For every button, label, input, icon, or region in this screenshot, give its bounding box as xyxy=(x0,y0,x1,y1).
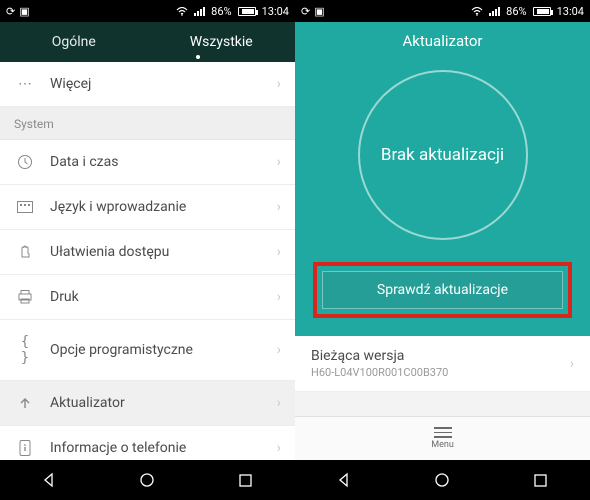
update-status-text: Brak aktualizacji xyxy=(381,145,504,165)
clock: 13:04 xyxy=(557,5,584,18)
nav-home[interactable] xyxy=(127,460,167,500)
printer-icon xyxy=(14,290,36,304)
version-label: Bieżąca wersja xyxy=(311,348,570,364)
arrow-up-icon xyxy=(14,396,36,410)
signal-icon xyxy=(194,7,205,16)
sync-icon: ⟳ xyxy=(6,5,15,18)
item-updater[interactable]: Aktualizator › xyxy=(0,381,295,426)
battery-icon xyxy=(533,7,551,16)
updater-title: Aktualizator xyxy=(402,32,482,50)
sync-icon: ⟳ xyxy=(301,5,310,18)
chevron-right-icon: › xyxy=(277,440,281,456)
android-navbar xyxy=(0,460,295,500)
more-icon: ⋯ xyxy=(14,76,36,92)
item-accessibility-label: Ułatwienia dostępu xyxy=(50,244,277,260)
version-value: H60-L04V100R001C00B370 xyxy=(311,366,570,379)
update-status-circle: Brak aktualizacji xyxy=(358,70,528,240)
clock: 13:04 xyxy=(262,5,289,18)
status-bar: ⟳ ▣ 86% 13:04 xyxy=(295,0,590,22)
chevron-right-icon: › xyxy=(277,76,281,92)
section-system: System xyxy=(0,107,295,140)
updater-screen: ⟳ ▣ 86% 13:04 Aktualizator Brak aktualiz… xyxy=(295,0,590,500)
item-about-phone-label: Informacje o telefonie xyxy=(50,440,277,456)
nav-recent[interactable] xyxy=(226,460,266,500)
chevron-right-icon: › xyxy=(277,342,281,358)
item-printing[interactable]: Druk › xyxy=(0,275,295,320)
menu-label: Menu xyxy=(431,440,454,450)
item-dev-options[interactable]: { } Opcje programistyczne › xyxy=(0,320,295,381)
battery-pct: 86% xyxy=(506,5,526,18)
battery-icon xyxy=(238,7,256,16)
nav-home[interactable] xyxy=(422,460,462,500)
screenshot-icon: ▣ xyxy=(19,5,29,18)
phone-info-icon xyxy=(14,440,36,456)
android-navbar xyxy=(295,460,590,500)
tab-general[interactable]: Ogólne xyxy=(0,24,148,60)
item-accessibility[interactable]: Ułatwienia dostępu › xyxy=(0,230,295,275)
item-more[interactable]: ⋯ Więcej › xyxy=(0,62,295,107)
tutorial-highlight: Sprawdź aktualizacje xyxy=(313,262,572,318)
settings-screen: ⟳ ▣ 86% 13:04 Ogólne Wszystkie ⋯ xyxy=(0,0,295,500)
item-updater-label: Aktualizator xyxy=(50,395,277,411)
item-dev-options-label: Opcje programistyczne xyxy=(50,342,277,358)
item-language-input[interactable]: Język i wprowadzanie › xyxy=(0,185,295,230)
clock-icon xyxy=(14,154,36,170)
nav-recent[interactable] xyxy=(521,460,561,500)
chevron-right-icon: › xyxy=(277,199,281,215)
settings-list: ⋯ Więcej › System Data i czas › Język i … xyxy=(0,62,295,460)
battery-pct: 86% xyxy=(211,5,231,18)
item-date-time[interactable]: Data i czas › xyxy=(0,140,295,185)
check-updates-button[interactable]: Sprawdź aktualizacje xyxy=(322,271,563,309)
screenshot-icon: ▣ xyxy=(314,5,324,18)
hamburger-icon xyxy=(434,427,452,437)
settings-tabs: Ogólne Wszystkie xyxy=(0,22,295,62)
chevron-right-icon: › xyxy=(277,244,281,260)
keyboard-icon xyxy=(14,201,36,213)
updater-panel: Aktualizator Brak aktualizacji Sprawdź a… xyxy=(295,22,590,336)
wifi-icon xyxy=(471,7,483,16)
nav-back[interactable] xyxy=(324,460,364,500)
chevron-right-icon: › xyxy=(570,356,574,372)
item-language-input-label: Język i wprowadzanie xyxy=(50,199,277,215)
wifi-icon xyxy=(176,7,188,16)
item-about-phone[interactable]: Informacje o telefonie › xyxy=(0,426,295,460)
hand-icon xyxy=(14,244,36,260)
empty-area xyxy=(295,392,590,416)
item-printing-label: Druk xyxy=(50,289,277,305)
item-date-time-label: Data i czas xyxy=(50,154,277,170)
nav-back[interactable] xyxy=(29,460,69,500)
braces-icon: { } xyxy=(14,334,36,366)
chevron-right-icon: › xyxy=(277,289,281,305)
signal-icon xyxy=(489,7,500,16)
status-bar: ⟳ ▣ 86% 13:04 xyxy=(0,0,295,22)
chevron-right-icon: › xyxy=(277,395,281,411)
tab-indicator xyxy=(196,55,200,59)
menu-button[interactable]: Menu xyxy=(295,416,590,460)
chevron-right-icon: › xyxy=(277,154,281,170)
current-version-row[interactable]: Bieżąca wersja H60-L04V100R001C00B370 › xyxy=(295,336,590,392)
tab-all[interactable]: Wszystkie xyxy=(148,24,296,60)
item-more-label: Więcej xyxy=(50,76,277,92)
